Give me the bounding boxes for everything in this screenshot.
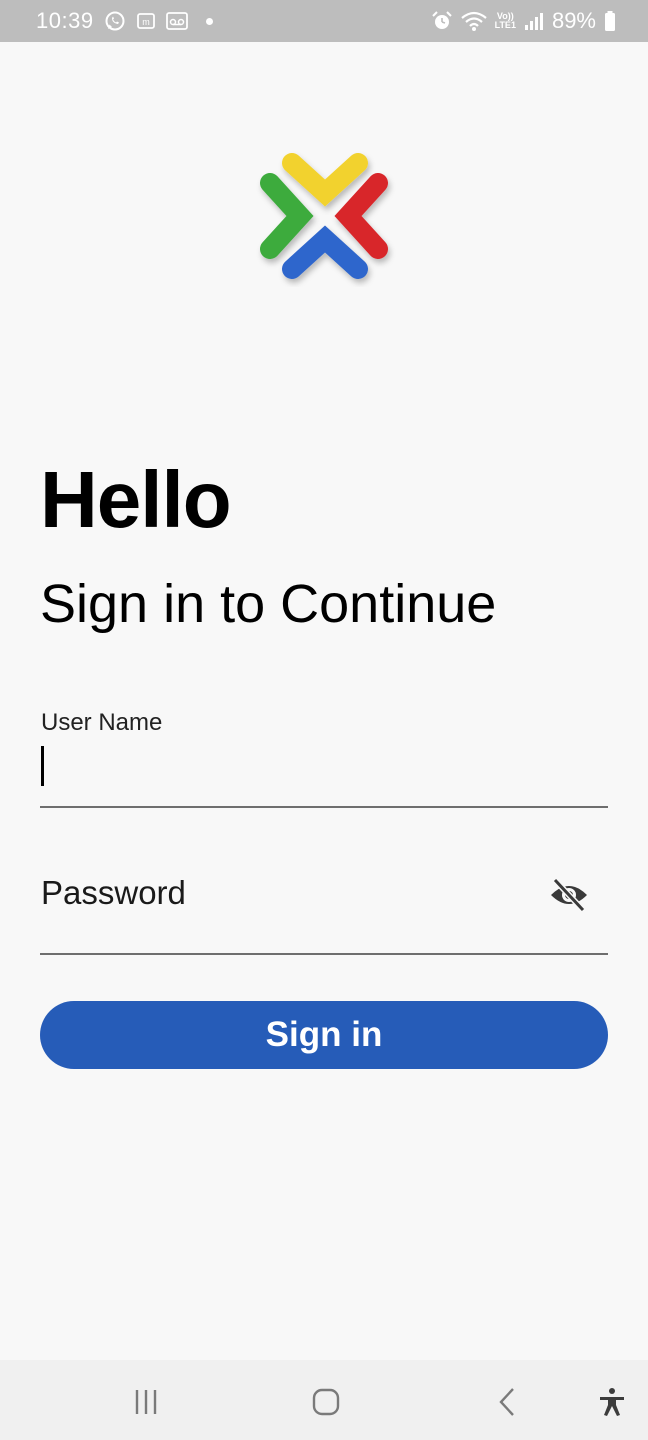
battery-percent: 89% xyxy=(551,8,596,33)
messages-icon: m xyxy=(136,11,156,31)
volte-bottom-label: LTE1 xyxy=(494,20,516,30)
voicemail-icon xyxy=(165,11,188,31)
username-input[interactable] xyxy=(40,740,608,802)
accessibility-icon[interactable] xyxy=(590,1380,634,1424)
whatsapp-icon xyxy=(104,10,126,32)
battery-icon xyxy=(604,10,616,32)
visibility-off-icon[interactable] xyxy=(548,874,590,916)
signin-subtitle: Sign in to Continue xyxy=(40,574,497,634)
username-underline xyxy=(40,806,608,808)
volte-icon: Vo)) LTE1 xyxy=(495,12,516,30)
app-logo xyxy=(254,145,396,287)
greeting-heading: Hello xyxy=(40,455,232,544)
app-logo-icon xyxy=(260,153,388,279)
home-icon[interactable] xyxy=(304,1380,348,1424)
alarm-icon xyxy=(431,10,453,32)
password-placeholder: Password xyxy=(41,874,186,911)
text-cursor xyxy=(41,746,44,786)
wifi-icon xyxy=(460,10,487,32)
status-time: 10:39 xyxy=(36,8,94,33)
username-label: User Name xyxy=(41,709,163,736)
password-field[interactable]: Password xyxy=(40,860,608,930)
status-bar: 10:39 m Vo)) LTE1 89% xyxy=(0,0,648,42)
recents-icon[interactable] xyxy=(124,1380,168,1424)
signal-icon xyxy=(524,11,544,31)
password-underline xyxy=(40,953,608,955)
sign-in-button[interactable]: Sign in xyxy=(40,1001,608,1069)
login-screen: 10:39 m Vo)) LTE1 89% Hello Sign in to C… xyxy=(0,0,648,1440)
svg-text:m: m xyxy=(142,17,150,27)
back-icon[interactable] xyxy=(486,1380,530,1424)
navigation-bar xyxy=(0,1360,648,1440)
notification-dot xyxy=(205,17,213,25)
